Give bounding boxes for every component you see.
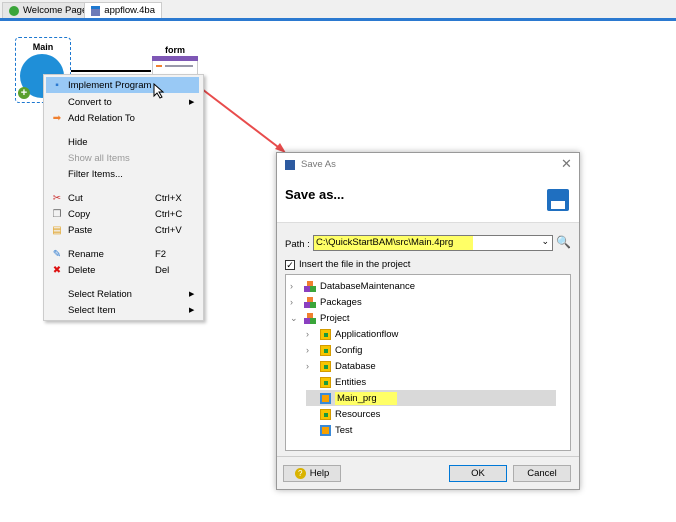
menu-item-label: Select Item — [68, 304, 116, 316]
close-icon[interactable]: ✕ — [561, 156, 572, 172]
insert-checkbox[interactable]: ✓ — [285, 259, 295, 270]
menu-item-label: Convert to — [68, 96, 112, 108]
menu-item-show-all-items[interactable]: Show all Items — [46, 150, 199, 166]
paste-icon: ▤ — [52, 224, 62, 236]
package-icon — [304, 296, 316, 308]
package-icon — [304, 280, 316, 292]
tree-item-label: Config — [335, 344, 363, 356]
menu-item-select-relation[interactable]: Select Relation ▶ — [46, 286, 199, 302]
expand-chevron-icon[interactable]: › — [306, 329, 316, 339]
save-as-dialog: Save As ✕ Save as... Path : C:\QuickStar… — [276, 152, 580, 490]
tree-item[interactable]: Resources — [306, 406, 380, 422]
delete-icon: ✖ — [52, 264, 62, 276]
shortcut-label: Ctrl+X — [155, 192, 182, 204]
tree-item[interactable]: › Database — [306, 358, 376, 374]
menu-item-label: Hide — [68, 136, 88, 148]
help-button[interactable]: ? Help — [283, 465, 341, 482]
menu-item-filter-items[interactable]: Filter Items... — [46, 166, 199, 182]
project-tree: › DatabaseMaintenance › Packages ⌄ Project › Ap… — [285, 274, 571, 451]
ok-button[interactable]: OK — [449, 465, 507, 482]
shortcut-label: Del — [155, 264, 170, 276]
tree-item[interactable]: › Config — [306, 342, 362, 358]
expand-chevron-icon[interactable]: › — [290, 281, 300, 291]
menu-item-add-relation-to[interactable]: ➡ Add Relation To — [46, 110, 199, 126]
program-file-icon — [320, 424, 331, 436]
menu-item-label: Select Relation — [68, 288, 132, 300]
tree-item-label: Entities — [335, 376, 367, 388]
tree-item-label: Test — [335, 424, 353, 436]
collapse-chevron-icon[interactable]: ⌄ — [290, 313, 300, 324]
dialog-heading: Save as... — [285, 187, 345, 202]
tree-item[interactable]: › DatabaseMaintenance — [290, 278, 415, 294]
tree-item-label: Applicationflow — [335, 328, 399, 340]
tree-item[interactable]: Test — [306, 422, 352, 438]
arrow-right-icon: ➡ — [52, 112, 62, 124]
menu-item-label: Show all Items — [68, 152, 130, 164]
tree-item[interactable]: › Packages — [290, 294, 362, 310]
tree-item-label: Database — [335, 360, 376, 372]
expand-chevron-icon[interactable]: › — [306, 361, 316, 371]
folder-icon — [320, 360, 331, 372]
context-menu: ▪ Implement Program Convert to ▶ ➡ Add Relati… — [43, 74, 204, 321]
floppy-icon — [547, 189, 569, 211]
folder-icon — [320, 376, 331, 388]
chevron-down-icon[interactable]: ⌄ — [541, 236, 549, 247]
copy-icon: ❐ — [52, 208, 62, 220]
shortcut-label: Ctrl+V — [155, 224, 182, 236]
menu-item-rename[interactable]: ✎ Rename F2 — [46, 246, 199, 262]
tree-item-label: Main_prg — [335, 391, 397, 405]
shortcut-label: Ctrl+C — [155, 208, 183, 220]
menu-item-label: Delete — [68, 264, 96, 276]
cancel-button[interactable]: Cancel — [513, 465, 571, 482]
tree-item-label: Project — [320, 312, 350, 324]
tree-item[interactable]: Main_prg — [306, 390, 556, 406]
menu-item-convert-to[interactable]: Convert to ▶ — [46, 94, 199, 110]
menu-item-copy[interactable]: ❐ Copy Ctrl+C — [46, 206, 199, 222]
tree-item[interactable]: ⌄ Project — [290, 310, 350, 326]
tree-item[interactable]: › Applicationflow — [306, 326, 398, 342]
menu-item-label: Filter Items... — [68, 168, 123, 180]
menu-item-label: Rename — [68, 248, 104, 260]
tree-item-label: Resources — [335, 408, 381, 420]
shortcut-label: F2 — [155, 248, 167, 260]
folder-icon — [320, 344, 331, 356]
scissors-icon: ✂ — [52, 192, 62, 204]
menu-item-hide[interactable]: Hide — [46, 134, 199, 150]
submenu-arrow-icon: ▶ — [189, 291, 195, 298]
mouse-cursor-icon — [153, 83, 165, 99]
tree-item[interactable]: Entities — [306, 374, 366, 390]
program-icon: ▪ — [55, 79, 59, 91]
submenu-arrow-icon: ▶ — [189, 99, 195, 106]
menu-item-label: Cut — [68, 192, 83, 204]
package-icon — [304, 312, 316, 324]
program-file-icon — [320, 392, 331, 404]
menu-item-implement-program[interactable]: ▪ Implement Program — [46, 77, 199, 93]
expand-chevron-icon[interactable]: › — [306, 345, 316, 355]
path-label: Path : — [285, 239, 310, 250]
menu-item-label: Paste — [68, 224, 93, 236]
menu-item-label: Implement Program — [68, 79, 152, 91]
menu-item-label: Copy — [68, 208, 91, 220]
checkbox-label: Insert the file in the project — [299, 259, 411, 270]
menu-item-delete[interactable]: ✖ Delete Del — [46, 262, 199, 278]
menu-item-paste[interactable]: ▤ Paste Ctrl+V — [46, 222, 199, 238]
submenu-arrow-icon: ▶ — [189, 307, 195, 314]
tree-item-label: Packages — [320, 296, 362, 308]
help-icon: ? — [294, 468, 306, 479]
expand-chevron-icon[interactable]: › — [290, 297, 300, 307]
browse-search-icon[interactable]: 🔍 — [556, 235, 571, 249]
menu-item-label: Add Relation To — [68, 112, 135, 124]
save-icon — [285, 159, 295, 170]
folder-icon — [320, 408, 331, 420]
rename-icon: ✎ — [52, 248, 62, 260]
dialog-title: Save As — [301, 159, 336, 170]
menu-item-select-item[interactable]: Select Item ▶ — [46, 302, 199, 318]
path-combobox[interactable]: C:\QuickStartBAM\src\Main.4prg ⌄ — [313, 235, 553, 251]
folder-icon — [320, 328, 331, 340]
tree-item-label: DatabaseMaintenance — [320, 280, 416, 292]
menu-item-cut[interactable]: ✂ Cut Ctrl+X — [46, 190, 199, 206]
path-input[interactable]: C:\QuickStartBAM\src\Main.4prg — [314, 236, 474, 250]
